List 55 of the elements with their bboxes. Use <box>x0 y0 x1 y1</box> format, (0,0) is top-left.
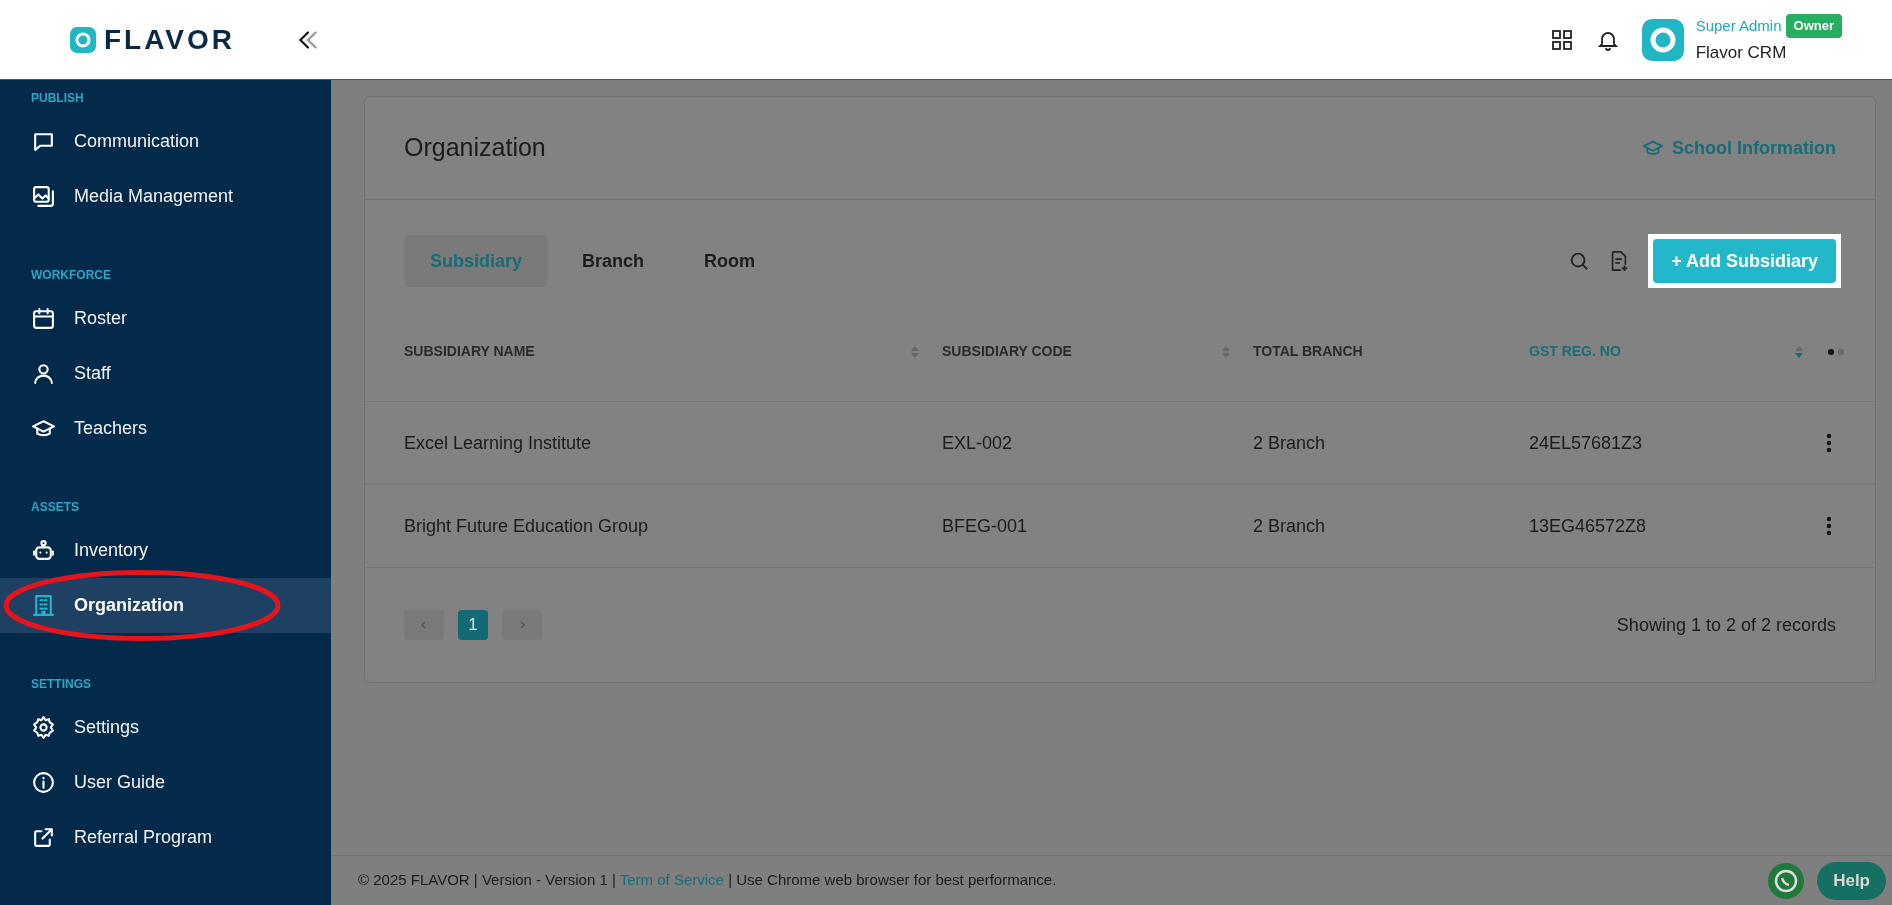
apps-grid-icon[interactable] <box>1549 27 1574 52</box>
column-header[interactable]: SUBSIDIARY NAME <box>404 341 535 362</box>
page-number-button[interactable]: 1 <box>458 610 488 640</box>
organization-name: Flavor CRM <box>1695 41 1788 64</box>
help-button[interactable]: Help <box>1817 861 1886 900</box>
section-heading: ASSETS <box>30 499 80 516</box>
section-heading: WORKFORCE <box>30 267 112 284</box>
more-options-icon[interactable] <box>1826 433 1832 453</box>
tab[interactable]: Room <box>678 235 782 287</box>
robot-icon <box>31 538 56 563</box>
person-icon <box>31 361 56 386</box>
logo-icon <box>70 26 96 53</box>
column-header: TOTAL BRANCH <box>1253 342 1363 361</box>
table-cell: 24EL57681Z3 <box>1529 432 1643 453</box>
images-icon <box>31 184 56 209</box>
logo-text: FLAVOR <box>104 22 236 57</box>
section-heading: PUBLISH <box>30 90 85 107</box>
sidebar-item[interactable]: Teachers <box>0 401 331 456</box>
column-dots-icon[interactable] <box>1826 348 1846 355</box>
role-badge: Owner <box>1785 14 1842 38</box>
chevron-right-icon <box>517 620 527 630</box>
sidebar-item[interactable]: Roster <box>0 291 331 346</box>
table-cell: 2 Branch <box>1253 515 1326 536</box>
settings-icon <box>31 715 56 740</box>
sidebar-item[interactable]: Media Management <box>0 169 331 224</box>
column-header[interactable]: SUBSIDIARY CODE <box>942 341 1072 362</box>
section-heading: SETTINGS <box>30 676 92 693</box>
calendar-icon <box>31 306 56 331</box>
sidebar-item[interactable]: Staff <box>0 346 331 401</box>
chevron-left-icon <box>419 620 429 630</box>
avatar-logo-icon[interactable] <box>1641 18 1684 61</box>
user-name: Super Admin <box>1695 15 1782 36</box>
search-icon[interactable] <box>1568 250 1591 272</box>
sidebar-item[interactable]: Communication <box>0 114 331 169</box>
sidebar-item[interactable]: Inventory <box>0 523 331 578</box>
page-title: Organization <box>404 132 546 164</box>
table-cell: 13EG46572Z8 <box>1529 515 1647 536</box>
sidebar-item[interactable]: User Guide <box>0 755 331 810</box>
add-subsidiary-button[interactable]: + Add Subsidiary <box>1653 239 1836 283</box>
sidebar-item[interactable]: Referral Program <box>0 810 331 865</box>
table-cell: BFEG-001 <box>942 515 1028 536</box>
building-icon <box>31 593 56 618</box>
table-cell: Excel Learning Institute <box>404 432 592 453</box>
whatsapp-icon[interactable] <box>1767 861 1806 900</box>
tab[interactable]: Branch <box>556 235 671 287</box>
external-link-icon <box>31 825 56 850</box>
sidebar-item[interactable]: Settings <box>0 700 331 755</box>
more-options-icon[interactable] <box>1826 516 1832 536</box>
info-icon <box>31 770 56 795</box>
table-cell: 2 Branch <box>1253 432 1326 453</box>
records-summary: Showing 1 to 2 of 2 records <box>1616 613 1836 637</box>
sidebar-item[interactable]: Organization <box>0 578 331 633</box>
table-cell: EXL-002 <box>942 432 1013 453</box>
table-cell: Bright Future Education Group <box>404 515 649 536</box>
footer-text: © 2025 FLAVOR | Version - Version 1 | Term of Service | Use Chrome web browser for best performance. <box>358 870 1057 891</box>
